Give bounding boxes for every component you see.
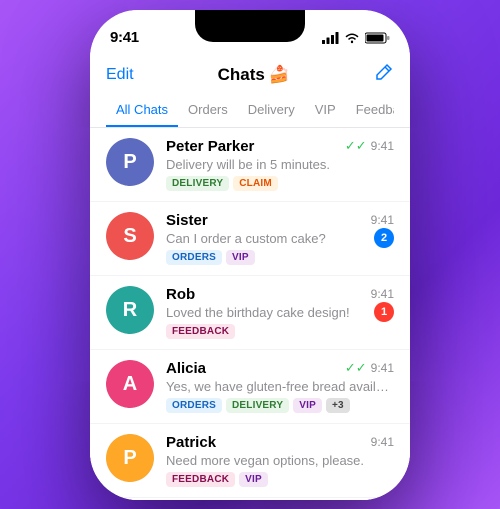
tag-orders: ORDERS: [166, 250, 222, 265]
svg-text:P: P: [123, 447, 136, 469]
wifi-icon: [344, 32, 360, 44]
chat-time: 9:41: [371, 213, 394, 227]
chat-header: Peter Parker ✓✓ 9:41: [166, 138, 394, 155]
chat-name: Rob: [166, 286, 195, 303]
tabs-bar: All Chats Orders Delivery VIP Feedback E: [106, 96, 394, 127]
chat-item[interactable]: A Alicia ✓✓ 9:41 Yes, we have gluten-fre…: [90, 350, 410, 424]
chat-header: Alicia ✓✓ 9:41: [166, 360, 394, 377]
signal-icon: [322, 32, 339, 44]
status-time: 9:41: [110, 29, 139, 46]
tag-delivery: DELIVERY: [226, 398, 289, 413]
tag-feedback: FEEDBACK: [166, 324, 235, 339]
chat-tags: FEEDBACK: [166, 324, 394, 339]
chat-list: P Peter Parker ✓✓ 9:41 Delivery will be …: [90, 128, 410, 500]
chat-preview: Need more vegan options, please.: [166, 453, 394, 468]
notch: [195, 10, 305, 42]
edit-button[interactable]: Edit: [106, 66, 134, 84]
chat-time: 9:41: [371, 435, 394, 449]
read-check: ✓✓: [345, 360, 367, 376]
chat-name: Sister: [166, 212, 208, 229]
avatar: S: [106, 212, 154, 260]
chat-item[interactable]: P Peter Parker ✓✓ 9:41 Delivery will be …: [90, 128, 410, 202]
tab-vip[interactable]: VIP: [305, 96, 346, 127]
tag-delivery: DELIVERY: [166, 176, 229, 191]
chat-tags: FEEDBACK VIP: [166, 472, 394, 487]
chat-content: Alicia ✓✓ 9:41 Yes, we have gluten-free …: [166, 360, 394, 413]
svg-text:A: A: [123, 373, 137, 395]
nav-bar: Edit Chats 🍰 All Chats Orders Delivery V…: [90, 54, 410, 128]
chat-tags: ORDERS VIP: [166, 250, 394, 265]
chat-time: ✓✓ 9:41: [345, 138, 394, 154]
chat-name: Alicia: [166, 360, 206, 377]
tab-delivery[interactable]: Delivery: [238, 96, 305, 127]
chat-content: Rob 9:41 Loved the birthday cake design!…: [166, 286, 394, 339]
unread-badge: 1: [374, 302, 394, 322]
chat-item[interactable]: J Jessica 9:41 Nice, got it.: [90, 498, 410, 500]
chat-name: Patrick: [166, 434, 216, 451]
chat-time: ✓✓ 9:41: [345, 360, 394, 376]
nav-top: Edit Chats 🍰: [106, 62, 394, 88]
read-check: ✓✓: [345, 138, 367, 154]
compose-button[interactable]: [374, 62, 394, 88]
phone-frame: 9:41 Ed: [90, 10, 410, 500]
battery-icon: [365, 32, 390, 44]
chat-preview: Loved the birthday cake design!: [166, 305, 394, 320]
chat-item[interactable]: P Patrick 9:41 Need more vegan options, …: [90, 424, 410, 498]
avatar: P: [106, 434, 154, 482]
page-title: Chats 🍰: [218, 65, 290, 85]
chat-header: Patrick 9:41: [166, 434, 394, 451]
svg-text:P: P: [123, 151, 136, 173]
status-icons: [322, 32, 390, 44]
tab-feedback[interactable]: Feedback: [346, 96, 394, 127]
chat-header: Sister 9:41: [166, 212, 394, 229]
chat-preview: Delivery will be in 5 minutes.: [166, 157, 394, 172]
chat-content: Patrick 9:41 Need more vegan options, pl…: [166, 434, 394, 487]
chat-item[interactable]: R Rob 9:41 Loved the birthday cake desig…: [90, 276, 410, 350]
tag-feedback: FEEDBACK: [166, 472, 235, 487]
chat-item[interactable]: S Sister 9:41 Can I order a custom cake?…: [90, 202, 410, 276]
svg-text:R: R: [123, 299, 138, 321]
tab-all-chats[interactable]: All Chats: [106, 96, 178, 127]
avatar: P: [106, 138, 154, 186]
avatar: A: [106, 360, 154, 408]
avatar: R: [106, 286, 154, 334]
chat-preview: Yes, we have gluten-free bread available…: [166, 379, 394, 394]
chat-tags: DELIVERY CLAIM: [166, 176, 394, 191]
tag-vip: VIP: [239, 472, 268, 487]
tab-orders[interactable]: Orders: [178, 96, 238, 127]
chat-preview: Can I order a custom cake?: [166, 231, 394, 246]
status-bar: 9:41: [90, 10, 410, 54]
chat-name: Peter Parker: [166, 138, 254, 155]
chat-content: Peter Parker ✓✓ 9:41 Delivery will be in…: [166, 138, 394, 191]
tag-orders: ORDERS: [166, 398, 222, 413]
unread-badge: 2: [374, 228, 394, 248]
tag-more: +3: [326, 398, 350, 413]
chat-tags: ORDERS DELIVERY VIP +3: [166, 398, 394, 413]
chat-header: Rob 9:41: [166, 286, 394, 303]
chat-time: 9:41: [371, 287, 394, 301]
tag-vip: VIP: [293, 398, 322, 413]
tag-vip: VIP: [226, 250, 255, 265]
chat-content: Sister 9:41 Can I order a custom cake? O…: [166, 212, 394, 265]
svg-text:S: S: [123, 225, 136, 247]
tag-claim: CLAIM: [233, 176, 278, 191]
